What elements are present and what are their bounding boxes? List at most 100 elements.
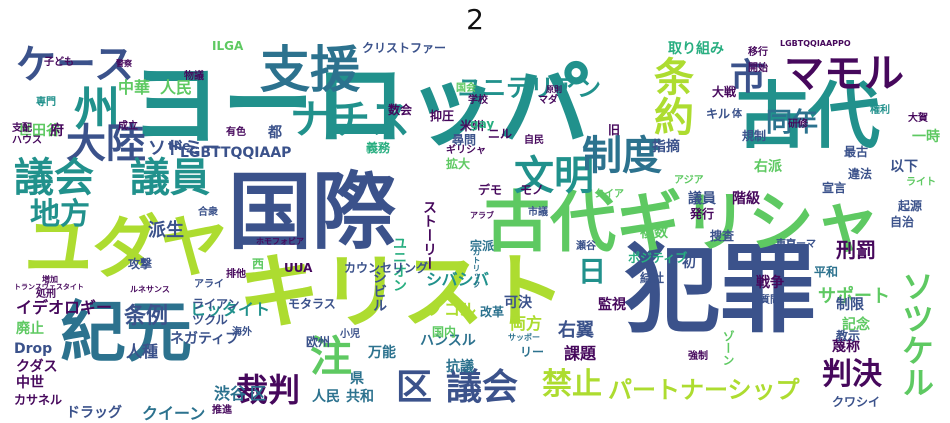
word: ストーリー [421, 200, 437, 270]
word: ギリシャ [446, 145, 486, 156]
word: 研修 [788, 119, 808, 130]
word: 最古 [844, 145, 869, 159]
word: ドラッグ [66, 405, 122, 421]
word: ライト [906, 177, 936, 188]
word: クイーン [142, 404, 206, 423]
word: 抗議 [446, 359, 474, 375]
word-cloud: 国際 キリスト ヨーロッパ 犯罪 古代ギリシャ ユダヤ 紀元 古代 支援 ナチス… [0, 39, 950, 423]
word: 体 [732, 109, 742, 120]
word: マダ [538, 95, 558, 106]
word: 条約 [647, 56, 693, 136]
word: ポジティブ [628, 251, 688, 265]
word: 共和 [346, 389, 374, 405]
word: 可決 [504, 295, 532, 311]
word: クワシイ [832, 395, 881, 409]
word: 階級 [732, 191, 760, 207]
word: 攻撃 [128, 257, 153, 271]
word: トランスヴェスタイト [14, 283, 84, 291]
word: 禁止 [542, 367, 602, 402]
word: 中華 [118, 78, 151, 97]
word: ソツケル [897, 270, 935, 398]
word: 専門 [36, 97, 56, 108]
word: ノコル [428, 300, 477, 319]
word: the [168, 139, 191, 153]
word: 拡大 [446, 157, 471, 171]
word: 制限 [836, 297, 864, 313]
word: 大戦 [712, 85, 737, 99]
word: ライアン [192, 297, 240, 311]
word: 議員 [688, 191, 716, 207]
word: 万能 [368, 345, 396, 361]
word: 地方 [30, 197, 90, 232]
word: 指摘 [652, 139, 680, 155]
word: 教示 [836, 329, 861, 343]
word: 処刑 [36, 289, 56, 300]
word: カトリック [472, 248, 481, 288]
word: 自治 [890, 215, 915, 229]
word: リー [520, 345, 545, 359]
word: 人種 [126, 342, 159, 361]
word: 国会 [456, 83, 476, 94]
word: 支配 [12, 123, 32, 134]
word: 開始 [748, 63, 768, 74]
word: 有色 [226, 127, 246, 138]
word: ルネサンス [130, 285, 170, 294]
word: Drop [14, 341, 53, 357]
word: 原則 [546, 85, 562, 94]
word: 自民 [524, 135, 544, 146]
word: 小児 [340, 329, 360, 340]
word: 人民 [312, 389, 340, 405]
word: 支援 [260, 41, 360, 99]
word: カウンセリング [344, 261, 429, 275]
word: 合衆 [198, 207, 218, 218]
word: ツクル [192, 313, 228, 327]
word: 右派 [754, 159, 782, 175]
word: 取り組み [668, 41, 724, 57]
word: 起源 [898, 199, 923, 213]
word: 制度 [582, 133, 662, 179]
word: 議会 [14, 155, 94, 201]
word: 監視 [598, 297, 626, 313]
word: 質問 [760, 295, 780, 306]
word: ハウス [12, 135, 42, 146]
word: 廃止 [16, 321, 44, 337]
word: 西 [252, 257, 265, 271]
word: 判決 [822, 357, 882, 392]
word: LGBTQQIAAPPO [780, 39, 851, 48]
word: 一時 [912, 129, 940, 145]
word: 学校 [468, 95, 488, 106]
word: 県 [350, 371, 364, 387]
word: 派生 [148, 220, 184, 241]
word: 大賀 [908, 113, 928, 124]
word: ホモフォビア [256, 237, 304, 246]
word: LGBTTQQIAAP [180, 145, 292, 161]
chart-title: 2 [466, 3, 484, 36]
word: クリストファー [362, 41, 447, 55]
word: 市議 [528, 207, 548, 218]
word: パートナーシップ [608, 376, 800, 404]
word: 刑罰 [836, 238, 876, 262]
word: 抑圧 [430, 109, 455, 123]
word: 両方 [510, 314, 543, 333]
word: 議員 [130, 155, 210, 201]
word: 国際 [228, 163, 397, 261]
word: 規制 [742, 129, 767, 143]
word: 強制 [688, 351, 708, 362]
word: シビル [371, 270, 387, 312]
word: 都 [268, 125, 282, 141]
word: モノ [520, 183, 545, 197]
word: 改革 [480, 305, 505, 319]
word: 平和 [814, 265, 839, 279]
word: 権利 [870, 105, 890, 116]
word: 海外 [232, 327, 252, 338]
word: 戦争 [756, 275, 784, 291]
word: ローマ [786, 239, 816, 250]
word: アライ [194, 279, 224, 290]
word: 旧 [608, 123, 621, 137]
word: 成立 [118, 121, 138, 132]
word: UUA [284, 261, 313, 275]
word: 物議 [184, 71, 204, 82]
word: 古代ギリシャ [484, 184, 880, 261]
word: 課題 [564, 344, 597, 363]
word: 数会 [388, 103, 413, 117]
